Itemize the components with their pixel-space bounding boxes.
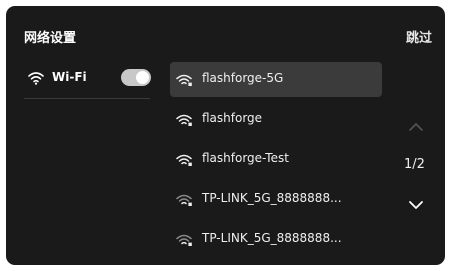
network-item[interactable]: flashforge-5G	[170, 62, 382, 97]
page-title: 网络设置	[24, 31, 77, 46]
network-settings-screen: 网络设置 跳过 Wi-Fi flashforge-5G flashforge f…	[6, 6, 445, 265]
wifi-toggle-row: Wi-Fi	[24, 64, 154, 96]
wifi-signal-weak-icon	[176, 194, 192, 206]
wifi-signal-icon	[176, 114, 192, 126]
wifi-signal-icon	[176, 154, 192, 166]
network-name: flashforge-Test	[202, 151, 289, 165]
toggle-knob	[136, 71, 149, 84]
network-item[interactable]: TP-LINK_5G_8888888...	[170, 222, 382, 257]
chevron-down-icon[interactable]	[408, 199, 424, 211]
wifi-signal-weak-icon	[176, 234, 192, 246]
chevron-up-icon[interactable]	[408, 121, 424, 133]
page-indicator: 1/2	[404, 157, 425, 172]
wifi-icon	[28, 72, 44, 85]
network-item[interactable]: flashforge	[170, 102, 382, 137]
wifi-label: Wi-Fi	[52, 70, 87, 84]
network-name: flashforge-5G	[202, 71, 284, 85]
wifi-network-list: flashforge-5G flashforge flashforge-Test	[170, 62, 382, 262]
network-name: TP-LINK_5G_8888888...	[202, 191, 342, 205]
network-item[interactable]: TP-LINK_5G_8888888...	[170, 182, 382, 217]
wifi-signal-icon	[176, 74, 192, 86]
network-item[interactable]: flashforge-Test	[170, 142, 382, 177]
skip-button[interactable]: 跳过	[406, 27, 432, 46]
wifi-toggle-switch[interactable]	[121, 69, 151, 86]
divider	[24, 98, 150, 99]
network-name: flashforge	[202, 111, 263, 125]
network-name: TP-LINK_5G_8888888...	[202, 231, 342, 245]
